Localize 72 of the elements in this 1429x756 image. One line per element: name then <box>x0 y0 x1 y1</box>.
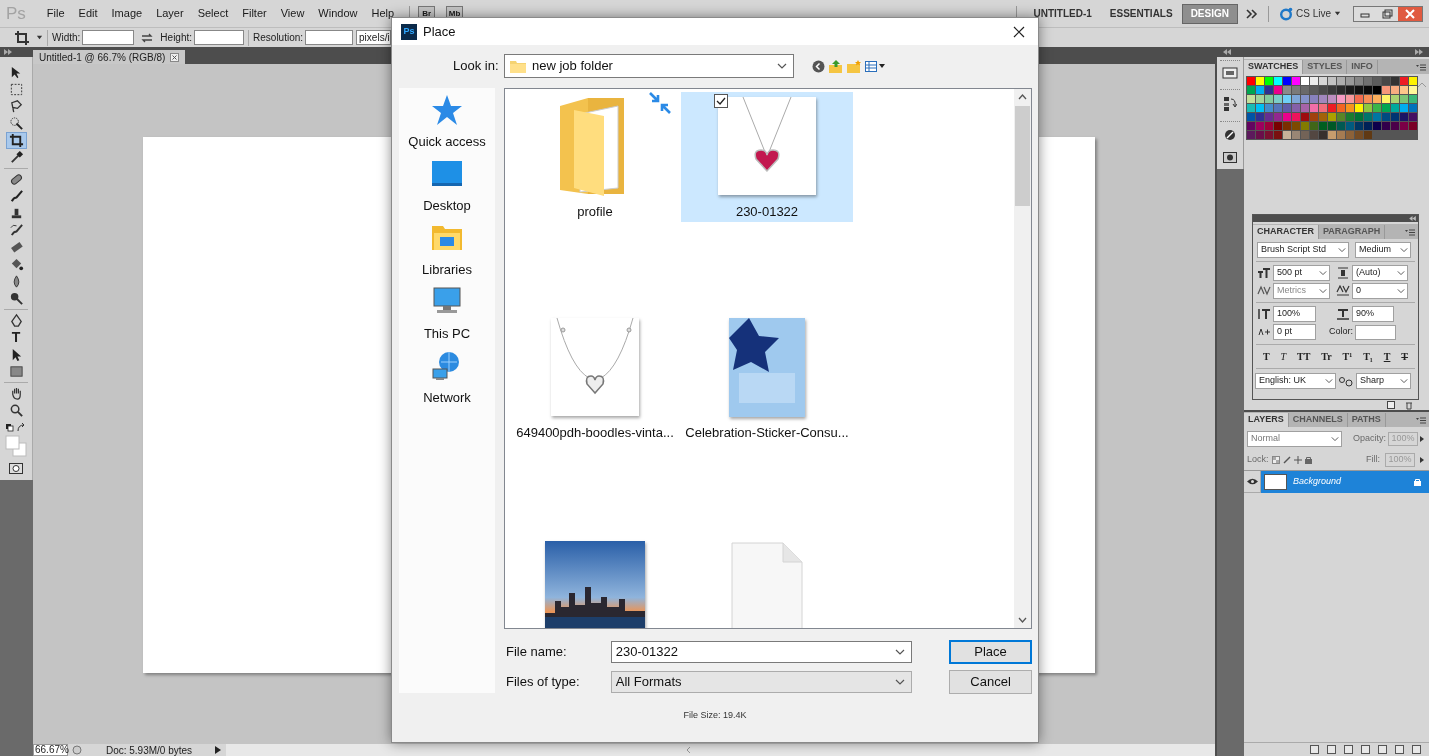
kerning-select[interactable]: Metrics <box>1273 283 1330 299</box>
panel-tab[interactable]: INFO <box>1347 60 1378 74</box>
app-icon: Ps <box>401 23 417 40</box>
font-style-select[interactable]: Medium <box>1355 242 1411 258</box>
panel-tab[interactable]: CHARACTER <box>1253 225 1319 239</box>
document-tab[interactable]: Untitled-1 @ 66.7% (RGB/8) <box>33 50 186 64</box>
cancel-button[interactable]: Cancel <box>949 670 1032 694</box>
text-style-button[interactable]: T <box>1278 349 1289 364</box>
file-name-field[interactable]: 230-01322 <box>610 641 913 663</box>
gallery-item[interactable]: 230-01322 <box>681 92 853 222</box>
place-button[interactable]: Place <box>949 640 1032 664</box>
text-style-button[interactable]: T <box>1399 349 1410 364</box>
panel-tab[interactable]: PATHS <box>1347 413 1386 427</box>
gallery-item[interactable]: profile <box>509 92 681 222</box>
panel-tab[interactable]: CHANNELS <box>1288 413 1348 427</box>
layer-row[interactable]: Background <box>1261 470 1429 493</box>
panel-tab[interactable]: STYLES <box>1303 60 1348 74</box>
menu-item[interactable]: Help <box>364 3 402 24</box>
text-style-button[interactable]: Tr <box>1319 349 1334 364</box>
menu-item[interactable]: File <box>39 3 72 24</box>
menu-item[interactable]: Image <box>104 3 150 24</box>
menu-item[interactable]: Edit <box>71 3 105 24</box>
place-item[interactable]: Libraries <box>400 222 494 286</box>
fill-label: Fill: <box>1366 453 1380 467</box>
cs-live-menu[interactable]: CS Live <box>1279 6 1341 21</box>
place-item[interactable]: Network <box>400 350 494 414</box>
document-info: Doc: 5.93M/0 bytes <box>104 743 194 756</box>
panel-tab[interactable]: SWATCHES <box>1244 60 1304 74</box>
tracking-select[interactable]: 0 <box>1352 283 1408 299</box>
menu-item[interactable]: Filter <box>235 3 274 24</box>
resolution-label: Resolution: <box>253 31 304 45</box>
menu-item[interactable]: View <box>273 3 312 24</box>
place-item[interactable]: Quick access <box>400 94 494 158</box>
text-style-button[interactable]: T¹ <box>1340 349 1355 364</box>
units-select[interactable]: pixels/i <box>356 30 391 45</box>
color-label: Color: <box>1329 325 1353 339</box>
dialog-title: Place <box>423 22 456 41</box>
text-style-button[interactable]: T <box>1381 349 1393 364</box>
baseline-shift-field[interactable]: 0 pt <box>1273 324 1316 340</box>
horizontal-scale-field[interactable]: 90% <box>1352 306 1394 322</box>
workspace-tab[interactable]: UNTITLED-1 <box>1024 3 1101 24</box>
gallery-item[interactable]: 649400pdh-boodles-vinta... <box>509 313 681 443</box>
file-size-text: File Size: 19.4K <box>683 709 747 722</box>
leading-select[interactable]: (Auto) <box>1352 265 1408 281</box>
text-style-button[interactable]: T <box>1261 349 1272 364</box>
panel-tab[interactable]: PARAGRAPH <box>1319 225 1386 239</box>
file-type-select[interactable]: All Formats <box>610 671 913 693</box>
language-select[interactable]: English: UK <box>1255 373 1336 389</box>
place-item[interactable]: Desktop <box>400 158 494 222</box>
text-style-button[interactable]: TT <box>1295 349 1313 364</box>
font-size-select[interactable]: 500 pt <box>1273 265 1330 281</box>
file-name-label: File name: <box>506 643 568 662</box>
menu-item[interactable]: Layer <box>149 3 191 24</box>
workspace-tab[interactable]: ESSENTIALS <box>1100 3 1182 24</box>
height-label: Height: <box>160 31 193 45</box>
text-style-button[interactable]: T₁ <box>1361 349 1375 364</box>
type-tool[interactable]: T <box>5 329 27 346</box>
gallery-item[interactable]: Celebration-Sticker-Consu... <box>681 313 853 443</box>
opacity-label: Opacity: <box>1353 432 1386 446</box>
width-label: Width: <box>52 31 81 45</box>
look-in-select[interactable]: new job folder <box>504 54 794 78</box>
place-item[interactable]: This PC <box>400 286 494 350</box>
panel-tab[interactable]: LAYERS <box>1244 413 1289 427</box>
font-family-select[interactable]: Brush Script Std <box>1257 242 1349 258</box>
menu-item[interactable]: Select <box>190 3 236 24</box>
menu-item[interactable]: Window <box>311 3 365 24</box>
file-type-label: Files of type: <box>506 673 581 692</box>
vertical-scale-field[interactable]: 100% <box>1273 306 1316 322</box>
layer-name: Background <box>1293 474 1342 488</box>
antialias-select[interactable]: Sharp <box>1356 373 1411 389</box>
lock-label: Lock: <box>1247 453 1269 467</box>
zoom-field[interactable]: 66.67% <box>33 744 68 756</box>
